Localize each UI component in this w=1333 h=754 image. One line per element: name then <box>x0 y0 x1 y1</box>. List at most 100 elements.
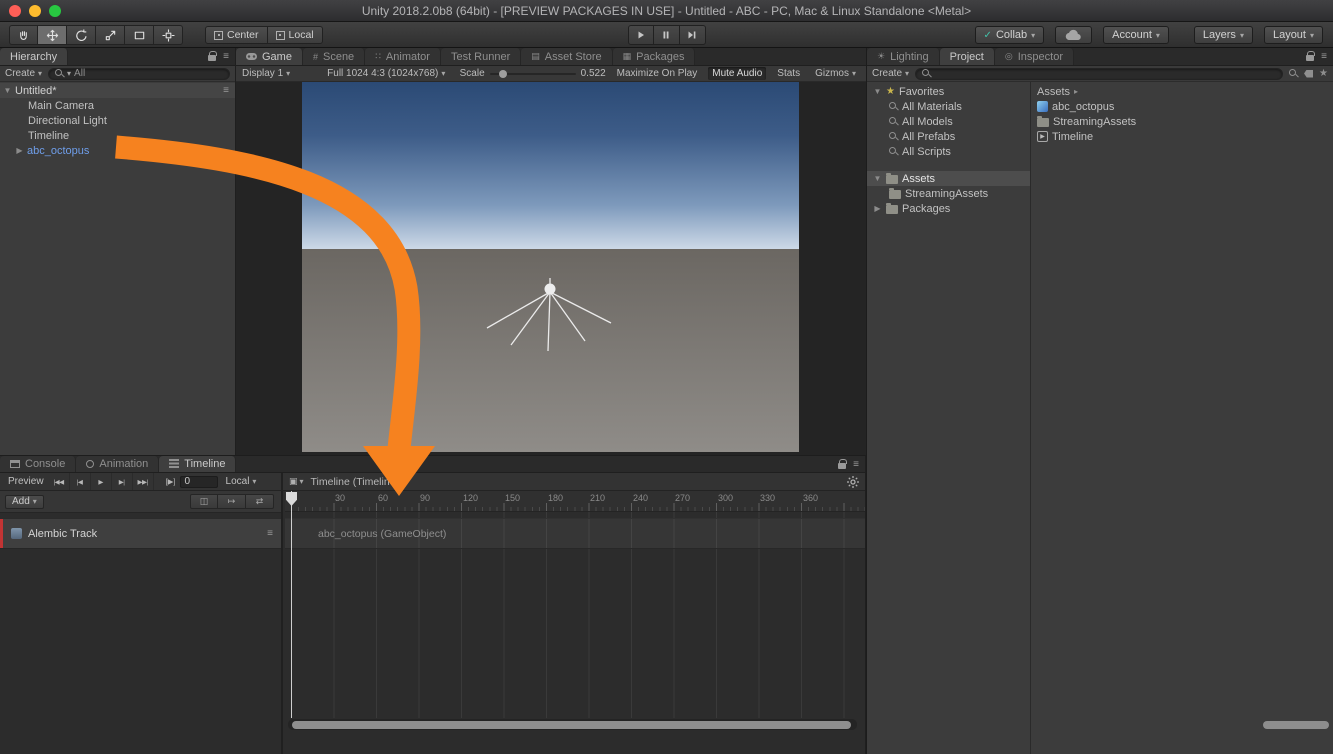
lock-icon[interactable] <box>208 55 216 61</box>
folder-streaming-assets[interactable]: StreamingAssets <box>867 186 1030 201</box>
transform-tool-button[interactable] <box>154 25 183 45</box>
disclosure-open-icon[interactable]: ▼ <box>873 174 882 183</box>
tab-lighting[interactable]: ☀Lighting <box>867 48 940 65</box>
favorite-all-prefabs[interactable]: All Prefabs <box>867 129 1030 144</box>
aspect-dropdown[interactable]: Full 1024 4:3 (1024x768)▾ <box>327 68 445 79</box>
alembic-track-header[interactable]: Alembic Track ≡ <box>0 518 281 549</box>
panel-menu-icon[interactable]: ≡ <box>853 459 859 470</box>
asset-list-scrollbar[interactable] <box>1263 721 1329 729</box>
tab-animator[interactable]: ∷Animator <box>365 48 441 65</box>
asset-item-timeline[interactable]: ▶Timeline <box>1031 129 1333 144</box>
tab-console[interactable]: Console <box>0 456 76 472</box>
step-button[interactable] <box>680 25 706 45</box>
tab-test-runner[interactable]: Test Runner <box>441 48 521 65</box>
scale-slider-thumb[interactable] <box>499 70 507 78</box>
next-frame-button[interactable]: ▶| <box>112 473 133 490</box>
game-viewport[interactable] <box>302 82 799 452</box>
replace-mode-button[interactable]: ⇄ <box>246 494 274 509</box>
cloud-button[interactable] <box>1055 26 1092 44</box>
track-name: Alembic Track <box>28 528 97 540</box>
disclosure-open-icon[interactable]: ▼ <box>873 87 882 96</box>
timeline-horizontal-scrollbar[interactable] <box>288 719 857 730</box>
disclosure-closed-icon[interactable]: ▶ <box>873 204 882 213</box>
minimize-button[interactable] <box>29 5 41 17</box>
favorite-all-models[interactable]: All Models <box>867 114 1030 129</box>
tab-packages[interactable]: ▦Packages <box>613 48 696 65</box>
tab-hierarchy[interactable]: Hierarchy <box>0 48 68 65</box>
hierarchy-item-main-camera[interactable]: Main Camera <box>0 98 235 113</box>
fullscreen-button[interactable] <box>49 5 61 17</box>
breadcrumb-label[interactable]: Assets <box>1037 86 1070 98</box>
disclosure-closed-icon[interactable]: ▶ <box>15 146 24 155</box>
hand-tool-button[interactable] <box>9 25 38 45</box>
asset-item-streaming-assets[interactable]: StreamingAssets <box>1031 114 1333 129</box>
tab-project[interactable]: Project <box>940 48 995 65</box>
preview-toggle-button[interactable]: Preview <box>3 476 49 487</box>
hierarchy-search-input[interactable]: ▾ All <box>48 68 230 80</box>
time-reference-dropdown[interactable]: Local▾ <box>226 476 257 487</box>
rect-tool-button[interactable] <box>125 25 154 45</box>
favorite-all-materials[interactable]: All Materials <box>867 99 1030 114</box>
tab-asset-store[interactable]: ▤Asset Store <box>521 48 612 65</box>
tab-inspector[interactable]: ◎Inspector <box>995 48 1074 65</box>
search-by-label-icon[interactable] <box>1304 70 1313 78</box>
tab-scene[interactable]: #Scene <box>303 48 365 65</box>
panel-menu-icon[interactable]: ≡ <box>223 51 229 62</box>
pause-button[interactable] <box>654 25 680 45</box>
play-button[interactable] <box>628 25 654 45</box>
previous-frame-button[interactable]: |◀ <box>70 473 91 490</box>
timeline-play-button[interactable]: ▶ <box>91 473 112 490</box>
timeline-ruler[interactable]: 30 60 90 120 150 180 210 240 270 300 330… <box>285 491 865 512</box>
go-to-start-button[interactable]: |◀◀ <box>49 473 70 490</box>
gizmos-dropdown[interactable]: Gizmos▾ <box>811 67 860 80</box>
panel-menu-icon[interactable]: ≡ <box>1321 51 1327 62</box>
project-search-input[interactable] <box>915 68 1283 80</box>
rotate-tool-button[interactable] <box>67 25 96 45</box>
ripple-mode-button[interactable]: ↦ <box>218 494 246 509</box>
hierarchy-item-timeline[interactable]: Timeline <box>0 128 235 143</box>
search-by-type-icon[interactable] <box>1289 69 1298 78</box>
go-to-end-button[interactable]: ▶▶| <box>133 473 154 490</box>
folder-packages[interactable]: ▶ Packages <box>867 201 1030 216</box>
folder-assets[interactable]: ▼ Assets <box>867 171 1030 186</box>
favorite-all-scripts[interactable]: All Scripts <box>867 144 1030 159</box>
play-range-button[interactable]: [▶] <box>166 477 176 486</box>
close-button[interactable] <box>9 5 21 17</box>
timeline-settings-button[interactable] <box>847 476 859 488</box>
scrollbar-thumb[interactable] <box>292 721 851 729</box>
handle-space-button[interactable]: Local <box>268 26 323 44</box>
move-tool-button[interactable] <box>38 25 67 45</box>
hierarchy-create-button[interactable]: Create▾ <box>5 68 42 79</box>
tab-animation[interactable]: Animation <box>76 456 159 472</box>
pivot-mode-button[interactable]: Center <box>205 26 268 44</box>
mix-mode-button[interactable]: ◫ <box>190 494 218 509</box>
stats-button[interactable]: Stats <box>773 67 804 80</box>
layers-button[interactable]: Layers▾ <box>1194 26 1253 44</box>
scene-menu-icon[interactable]: ≡ <box>223 85 229 96</box>
track-menu-icon[interactable]: ≡ <box>267 528 273 539</box>
layout-button[interactable]: Layout▾ <box>1264 26 1323 44</box>
favorites-row[interactable]: ▼ ★ Favorites <box>867 84 1030 99</box>
scale-slider[interactable] <box>490 69 576 79</box>
favorites-filter-icon[interactable]: ★ <box>1319 68 1328 79</box>
account-button[interactable]: Account▾ <box>1103 26 1169 44</box>
add-track-button[interactable]: Add▾ <box>5 495 44 509</box>
lock-icon[interactable] <box>1306 55 1314 61</box>
asset-item-abc-octopus[interactable]: abc_octopus <box>1031 99 1333 114</box>
project-create-button[interactable]: Create▾ <box>872 68 909 79</box>
scene-header-row[interactable]: ▼ Untitled* ≡ <box>0 83 235 98</box>
mute-audio-button[interactable]: Mute Audio <box>708 67 766 80</box>
current-frame-field[interactable]: 0 <box>180 476 218 488</box>
maximize-on-play-button[interactable]: Maximize On Play <box>613 67 702 80</box>
disclosure-open-icon[interactable]: ▼ <box>3 86 12 95</box>
timeline-selector-button[interactable]: ▣▾ <box>289 476 304 487</box>
alembic-track-lane[interactable]: abc_octopus (GameObject) <box>285 518 865 549</box>
hierarchy-item-abc-octopus[interactable]: ▶ abc_octopus <box>0 143 235 158</box>
display-dropdown[interactable]: Display 1▾ <box>242 68 290 79</box>
tab-timeline[interactable]: Timeline <box>159 456 236 472</box>
hierarchy-item-directional-light[interactable]: Directional Light <box>0 113 235 128</box>
collab-button[interactable]: ✓Collab▾ <box>975 26 1045 44</box>
lock-icon[interactable] <box>838 463 846 469</box>
tab-game[interactable]: Game <box>236 48 303 65</box>
scale-tool-button[interactable] <box>96 25 125 45</box>
